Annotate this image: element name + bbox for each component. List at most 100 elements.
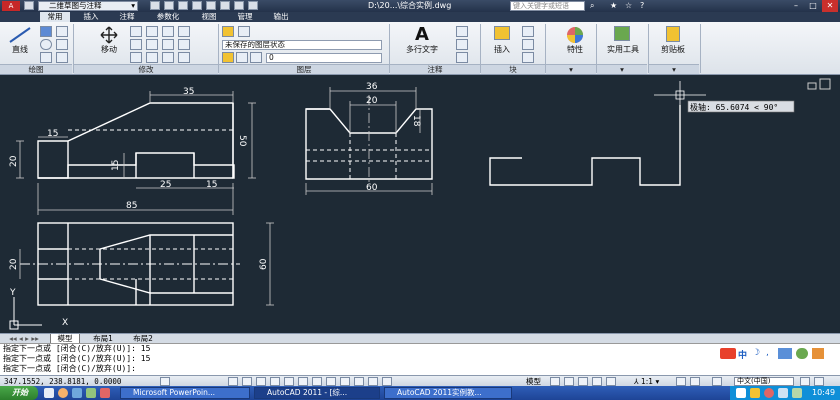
draw-group-label[interactable]: 绘图 <box>0 64 72 74</box>
search-icon[interactable]: ⌕ <box>590 1 600 11</box>
copy-icon[interactable] <box>178 26 190 37</box>
object-snap-tracking-icon[interactable] <box>312 377 322 386</box>
create-block-icon[interactable] <box>522 26 534 37</box>
open-icon[interactable] <box>164 1 174 10</box>
lineweight-icon[interactable] <box>354 377 364 386</box>
properties-group-expander[interactable]: ▾ <box>546 64 596 74</box>
auto-scale-icon[interactable] <box>690 377 700 386</box>
arc-icon[interactable] <box>40 52 52 63</box>
toolbar-lock-icon[interactable] <box>800 377 810 386</box>
clipboard-group-expander[interactable]: ▾ <box>649 64 699 74</box>
polar-tracking-icon[interactable] <box>270 377 280 386</box>
utilities-button[interactable]: 实用工具 <box>602 44 644 55</box>
tab-parametric[interactable]: 参数化 <box>148 12 188 22</box>
line-button[interactable]: 直线 <box>6 44 34 55</box>
start-button[interactable]: 开始 <box>0 386 38 400</box>
transparency-icon[interactable] <box>368 377 378 386</box>
ortho-mode-icon[interactable] <box>256 377 266 386</box>
new-icon[interactable] <box>150 1 160 10</box>
command-line[interactable]: 指定下一点或 [闭合(C)/放弃(U)]: 15 指定下一点或 [闭合(C)/放… <box>0 343 840 375</box>
tray-app-icon[interactable] <box>792 388 802 398</box>
quick-view-icon[interactable] <box>564 377 574 386</box>
explode-icon[interactable] <box>162 39 174 50</box>
insert-block-icon[interactable] <box>494 26 510 40</box>
restore-button[interactable]: □ <box>805 0 821 12</box>
erase-icon[interactable] <box>162 26 174 37</box>
tray-antivirus-icon[interactable] <box>764 388 774 398</box>
grid-display-icon[interactable] <box>242 377 252 386</box>
ime-chinese-mode-icon[interactable]: 中 <box>738 348 750 361</box>
taskbar-item-autocad[interactable]: AutoCAD 2011 - [综... <box>254 387 380 399</box>
help-search-input[interactable]: 键入关键字或短语 <box>510 1 585 11</box>
properties-button[interactable]: 特性 <box>556 44 594 55</box>
dynamic-input-icon[interactable] <box>340 377 350 386</box>
minimize-button[interactable]: – <box>788 0 804 12</box>
favorites-icon[interactable]: ☆ <box>625 1 635 11</box>
ellipse-icon[interactable] <box>56 52 68 63</box>
circle-icon[interactable] <box>40 39 52 50</box>
mtext-button[interactable]: 多行文字 <box>398 44 446 55</box>
save-as-icon[interactable] <box>192 1 202 10</box>
taskbar-item-powerpoint[interactable]: Microsoft PowerPoin... <box>120 387 250 399</box>
viewport-restore-icon[interactable] <box>807 82 817 90</box>
object-snap-icon[interactable] <box>284 377 294 386</box>
utilities-group-expander[interactable]: ▾ <box>597 64 647 74</box>
hatch-icon[interactable] <box>56 39 68 50</box>
ime-settings-icon[interactable] <box>812 348 824 359</box>
quicklaunch-media-icon[interactable] <box>86 388 96 398</box>
annotation-group-label[interactable]: 注释 <box>390 64 480 74</box>
ime-keyboard-icon[interactable] <box>778 348 792 359</box>
quick-properties-icon[interactable] <box>382 377 392 386</box>
tab-annotate[interactable]: 注释 <box>112 12 142 22</box>
quicklaunch-explorer-icon[interactable] <box>72 388 82 398</box>
layer-icon[interactable] <box>238 26 250 37</box>
close-button[interactable]: ✕ <box>822 0 838 12</box>
scale-icon[interactable] <box>146 52 158 63</box>
tab-home[interactable]: 常用 <box>40 12 70 22</box>
tab-view[interactable]: 视图 <box>194 12 224 22</box>
new-file-icon[interactable] <box>24 1 34 10</box>
layer-state-select[interactable]: 未保存的图层状态 <box>222 40 382 50</box>
color-wheel-icon[interactable] <box>566 26 584 44</box>
utilities-icon[interactable] <box>614 26 630 41</box>
stretch-icon[interactable] <box>130 52 142 63</box>
offset-icon[interactable] <box>162 52 174 63</box>
tab-insert[interactable]: 插入 <box>76 12 106 22</box>
edit-block-icon[interactable] <box>522 39 534 50</box>
snap-mode-icon[interactable] <box>228 377 238 386</box>
insert-button[interactable]: 插入 <box>486 44 518 55</box>
polyline-icon[interactable] <box>40 26 52 37</box>
autocad-logo-icon[interactable]: A <box>2 1 20 11</box>
quicklaunch-app-icon[interactable] <box>100 388 110 398</box>
clipboard-button[interactable]: 剪贴板 <box>652 44 694 55</box>
communication-center-icon[interactable]: ★ <box>610 1 620 11</box>
viewport-close-icon[interactable] <box>819 78 831 90</box>
print-icon[interactable] <box>206 1 216 10</box>
workspace-switch-icon[interactable] <box>712 377 722 386</box>
plot-icon[interactable] <box>248 1 258 10</box>
table-icon[interactable] <box>456 52 468 63</box>
rectangle-icon[interactable] <box>56 26 68 37</box>
extend-icon[interactable] <box>178 52 190 63</box>
fillet-icon[interactable] <box>146 39 158 50</box>
mtext-icon[interactable]: A <box>410 24 434 45</box>
3d-object-snap-icon[interactable] <box>298 377 308 386</box>
layer-properties-icon[interactable] <box>222 26 234 37</box>
quicklaunch-browser-icon[interactable] <box>58 388 68 398</box>
infer-constraints-icon[interactable] <box>160 377 170 386</box>
quicklaunch-desktop-icon[interactable] <box>44 388 54 398</box>
save-icon[interactable] <box>178 1 188 10</box>
undo-icon[interactable] <box>220 1 230 10</box>
clipboard-icon[interactable] <box>666 26 680 42</box>
sun-icon[interactable] <box>236 52 248 63</box>
line-icon[interactable] <box>8 26 32 44</box>
trim-icon[interactable] <box>146 26 158 37</box>
ime-moon-icon[interactable]: ☽ <box>752 348 762 359</box>
linear-dimension-icon[interactable] <box>456 26 468 37</box>
tray-security-icon[interactable] <box>750 388 760 398</box>
lightbulb-icon[interactable] <box>222 52 234 63</box>
layers-group-label[interactable]: 图层 <box>219 64 389 74</box>
tab-output[interactable]: 输出 <box>266 12 296 22</box>
mirror-icon[interactable] <box>130 39 142 50</box>
help-icon[interactable]: ? <box>640 1 650 11</box>
